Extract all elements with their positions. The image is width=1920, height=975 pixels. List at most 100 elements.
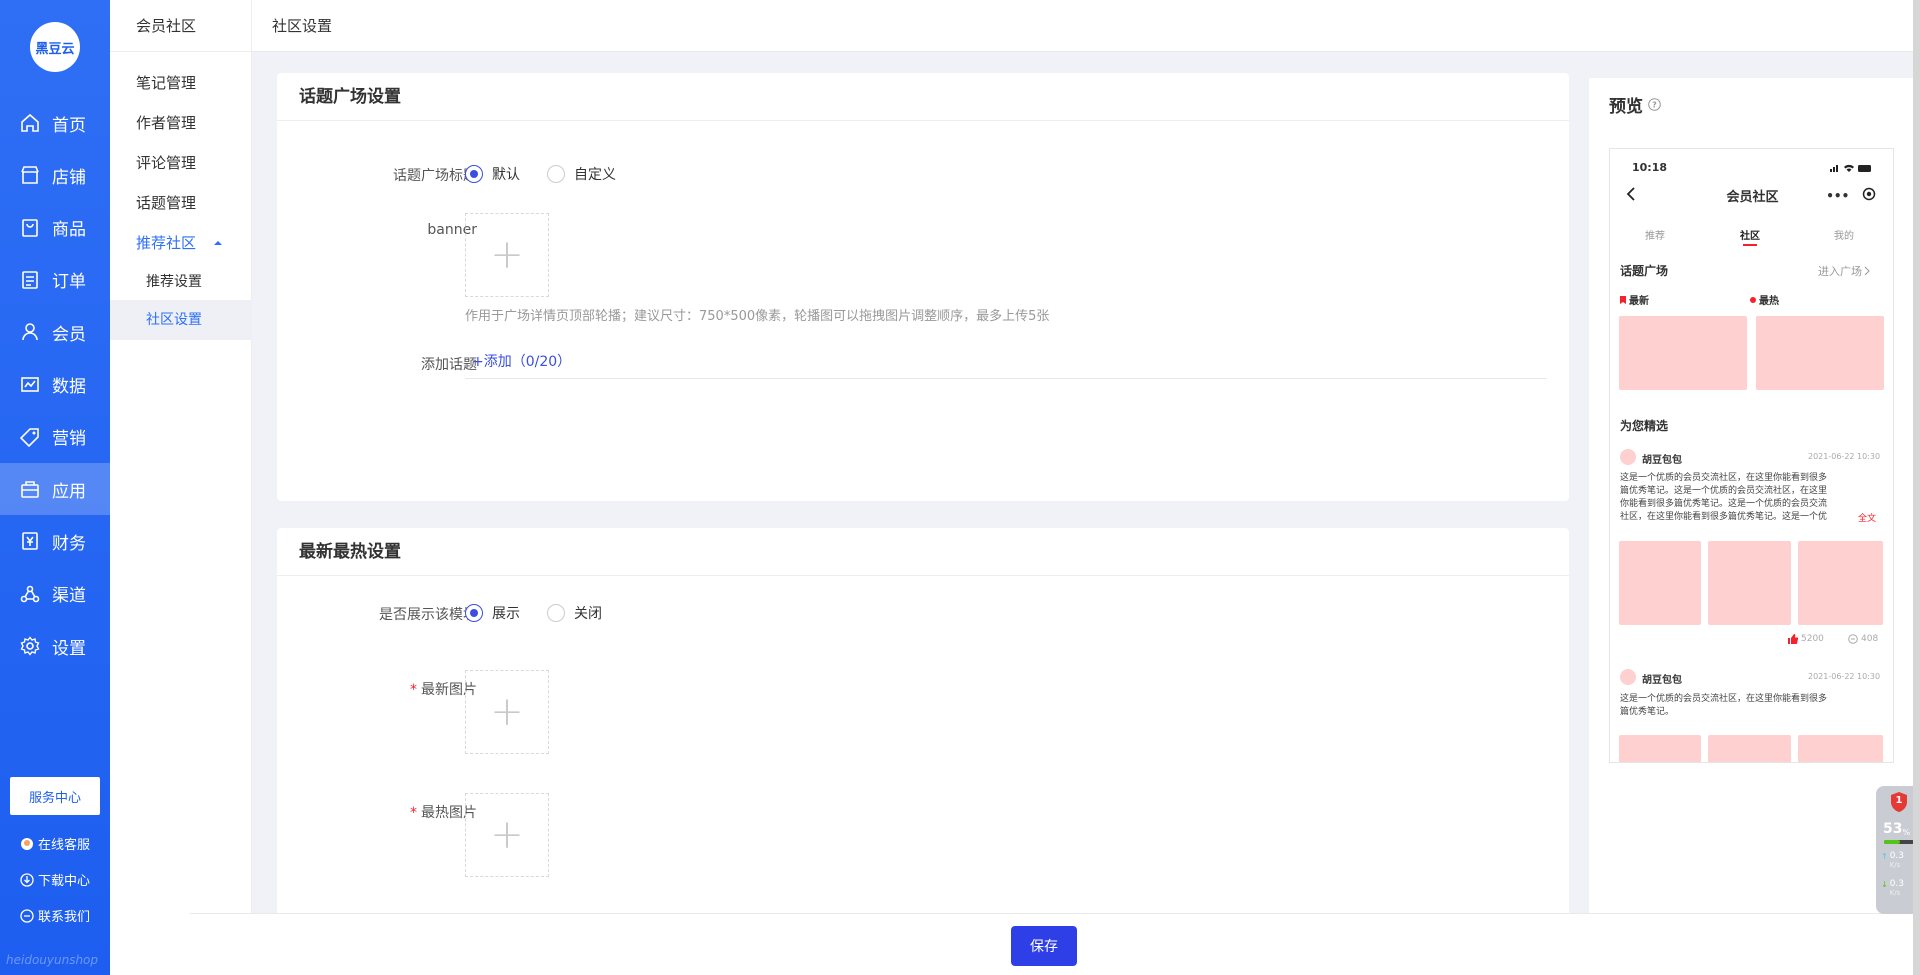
radio-hide-dot [547, 604, 565, 622]
shield-badge-count: 1 [1895, 795, 1903, 806]
submenu-item-comments[interactable]: 评论管理 [110, 143, 252, 183]
contact-us-link[interactable]: 联系我们 [20, 906, 90, 925]
radio-default[interactable]: 默认 [465, 164, 520, 184]
submenu-group-label: 推荐社区 [136, 234, 197, 252]
download-center-link[interactable]: 下载中心 [20, 870, 90, 889]
phone-latest-label: 最新 [1629, 296, 1649, 307]
submenu-group-recommend[interactable]: 推荐社区 [110, 223, 252, 263]
submenu-child-recommend-settings[interactable]: 推荐设置 [110, 262, 252, 302]
cpu-percent-value: 53 [1883, 821, 1903, 837]
store-icon [20, 165, 40, 185]
radio-custom-dot [547, 165, 565, 183]
nav-item-store[interactable]: 店铺 [0, 149, 110, 201]
topic-plaza-card-title: 话题广场设置 [277, 73, 1569, 121]
plus-icon: + [490, 689, 524, 735]
nav-item-label: 应用 [52, 481, 86, 502]
target-icon [1862, 187, 1876, 205]
show-module-label: 是否展示该模块 [379, 607, 477, 623]
page-scrollbar[interactable] [1913, 0, 1920, 975]
upload-speed-values: 0.3 K/s [1890, 852, 1904, 870]
preview-title: 预览 ? [1609, 92, 1661, 117]
phone-enter-plaza[interactable]: 进入广场 [1818, 263, 1870, 279]
nav-item-label: 订单 [52, 272, 86, 293]
save-button[interactable]: 保存 [1011, 926, 1077, 966]
download-center-label: 下载中心 [38, 874, 91, 889]
radio-custom[interactable]: 自定义 [547, 164, 616, 184]
sub-menu: 会员社区 笔记管理 作者管理 评论管理 话题管理 推荐社区 推荐设置 社区设置 [110, 0, 252, 975]
phone-latest: 最新 [1620, 292, 1649, 307]
nav-item-chart[interactable]: 数据 [0, 359, 110, 411]
post1-image [1619, 541, 1701, 625]
submenu-item-authors[interactable]: 作者管理 [110, 103, 252, 143]
post1-image [1708, 541, 1791, 625]
latest-image-label: * 最新图片 [277, 679, 477, 699]
contact-us-label: 联系我们 [38, 910, 91, 925]
service-center-button[interactable]: 服务中心 [10, 777, 100, 815]
post2-date: 2021-06-22 10:30 [1808, 672, 1881, 681]
submenu-item-topics[interactable]: 话题管理 [110, 183, 252, 223]
upload-speed-value: 0.3 [1889, 851, 1905, 861]
submenu-item-notes[interactable]: 笔记管理 [110, 63, 252, 103]
plaza-title-label: 话题广场标题 [393, 168, 477, 184]
finance-icon [20, 531, 40, 551]
caret-up-icon [214, 240, 223, 246]
nav-item-tag[interactable]: 营销 [0, 411, 110, 463]
plus-icon: + [490, 812, 524, 858]
phone-mockup: 10:18 会员社区 ••• 推荐 社区 我的 话题广场 进入广场 最新 最热 … [1609, 148, 1894, 763]
watermark: heidouyunshop [6, 953, 99, 967]
post1-full-link[interactable]: 全文 [1858, 511, 1876, 524]
phone-tab-mine[interactable]: 我的 [1834, 227, 1854, 242]
nav-item-channel[interactable]: 渠道 [0, 568, 110, 620]
nav-item-app[interactable]: 应用 [0, 463, 110, 516]
hottest-image-upload[interactable]: + [465, 793, 549, 877]
phone-tab-community[interactable]: 社区 [1740, 227, 1760, 242]
nav-item-gear[interactable]: 设置 [0, 620, 110, 672]
radio-default-label: 默认 [492, 167, 520, 183]
add-topic-link[interactable]: +添加（0/20） [472, 351, 571, 371]
latest-hottest-card-title: 最新最热设置 [277, 528, 1569, 576]
nav-item-finance[interactable]: 财务 [0, 515, 110, 567]
online-service-label: 在线客服 [38, 838, 91, 853]
online-service-link[interactable]: 在线客服 [20, 834, 90, 853]
goods-icon [20, 218, 40, 238]
topic-plaza-card: 话题广场设置 话题广场标题 默认 自定义 banner + 作用于广场详情页顶部… [277, 73, 1569, 501]
submenu-child-community-settings[interactable]: 社区设置 [110, 300, 252, 340]
post2-image [1798, 735, 1883, 762]
latest-image-upload[interactable]: + [465, 670, 549, 754]
radio-hide[interactable]: 关闭 [547, 603, 602, 623]
phone-tab-recommend[interactable]: 推荐 [1645, 227, 1665, 242]
capsule-menu[interactable]: ••• [1820, 185, 1882, 207]
help-icon[interactable]: ? [1648, 98, 1661, 111]
preview-title-text: 预览 [1609, 97, 1643, 117]
thumb-up-icon [1788, 634, 1798, 644]
member-icon [20, 322, 40, 342]
add-topic-label: 添加话题 [421, 357, 477, 373]
post1-likes[interactable]: 5200 [1788, 634, 1824, 644]
nav-item-label: 渠道 [52, 586, 86, 607]
post1-text: 这是一个优质的会员交流社区，在这里你能看到很多篇优秀笔记。这是一个优质的会员交流… [1620, 473, 1828, 522]
avatar [1620, 669, 1636, 685]
shield-icon: 1 [1890, 792, 1908, 812]
nav-item-label: 营销 [52, 429, 86, 450]
banner-hint: 作用于广场详情页顶部轮播；建议尺寸：750*500像素，轮播图可以拖拽图片调整顺… [465, 309, 1050, 324]
post1-likes-count: 5200 [1801, 634, 1824, 644]
required-mark: * [410, 805, 417, 821]
nav-item-member[interactable]: 会员 [0, 306, 110, 358]
post1-author: 胡豆包包 [1642, 455, 1682, 466]
arrow-up-icon: ↑ [1881, 852, 1888, 861]
radio-custom-label: 自定义 [574, 167, 616, 183]
radio-show[interactable]: 展示 [465, 603, 520, 623]
post1-comments[interactable]: 408 [1848, 634, 1878, 644]
hottest-image-label: * 最热图片 [277, 802, 477, 822]
main-nav: 黑豆云 首页 店铺 商品订单会员 数据营销应用财务渠道设置 服务中心 在线客服 下载中… [0, 0, 110, 975]
breadcrumb: 社区设置 [252, 0, 1920, 52]
logo[interactable]: 黑豆云 [30, 22, 80, 72]
app-icon [20, 479, 40, 499]
channel-icon [20, 584, 40, 604]
nav-item-home[interactable]: 首页 [0, 97, 110, 149]
banner-upload[interactable]: + [465, 213, 549, 297]
nav-item-order[interactable]: 订单 [0, 254, 110, 306]
nav-item-goods[interactable]: 商品 [0, 202, 110, 254]
nav-item-label: 设置 [52, 638, 86, 659]
post1-date: 2021-06-22 10:30 [1808, 452, 1881, 461]
